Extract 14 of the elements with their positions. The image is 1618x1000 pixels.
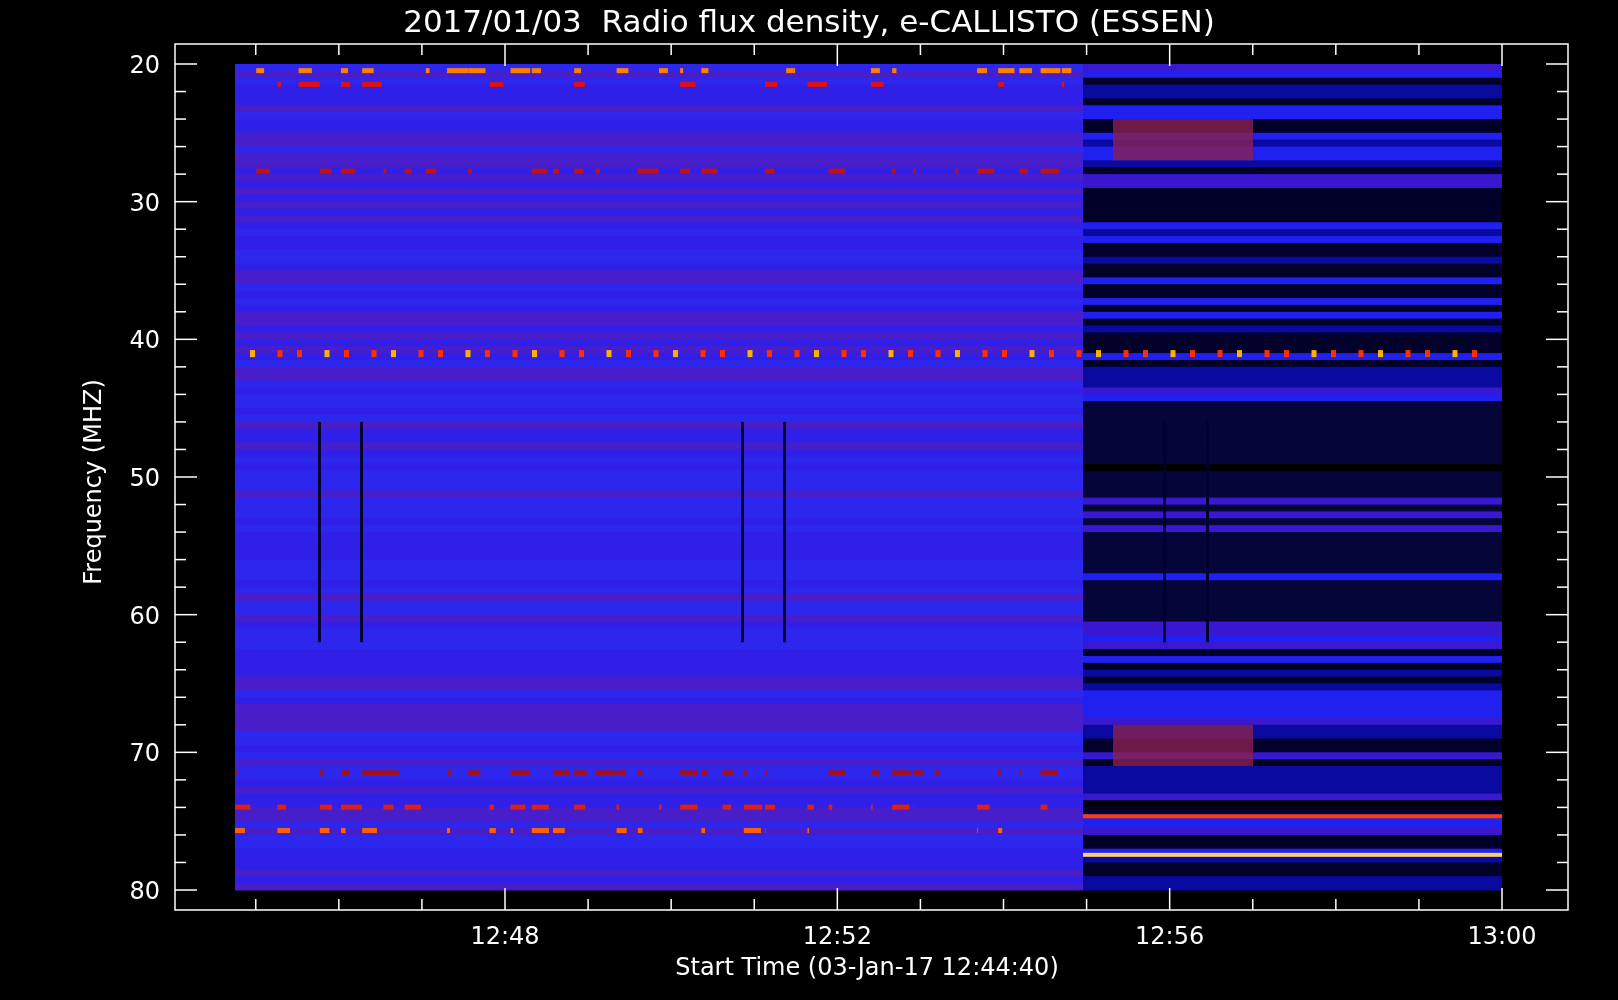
y-tick-label: 40	[129, 326, 160, 355]
y-tick-label: 70	[129, 739, 160, 768]
y-tick-label: 80	[129, 877, 160, 905]
x-tick-label: 12:56	[1135, 922, 1205, 950]
x-tick-label: 12:52	[802, 922, 872, 950]
y-tick-label: 50	[129, 464, 160, 492]
x-tick-label: 12:48	[470, 922, 540, 950]
y-axis-label: Frequency (MHZ)	[79, 379, 107, 585]
y-tick-label: 30	[129, 188, 160, 217]
y-tick-label: 20	[129, 51, 160, 79]
x-tick-label: 13:00	[1467, 922, 1537, 950]
chart-title: 2017/01/03 Radio flux density, e-CALLISTO (ESSEN)	[403, 3, 1215, 39]
x-axis-label: Start Time (03-Jan-17 12:44:40)	[675, 953, 1059, 981]
y-tick-label: 60	[129, 601, 160, 630]
